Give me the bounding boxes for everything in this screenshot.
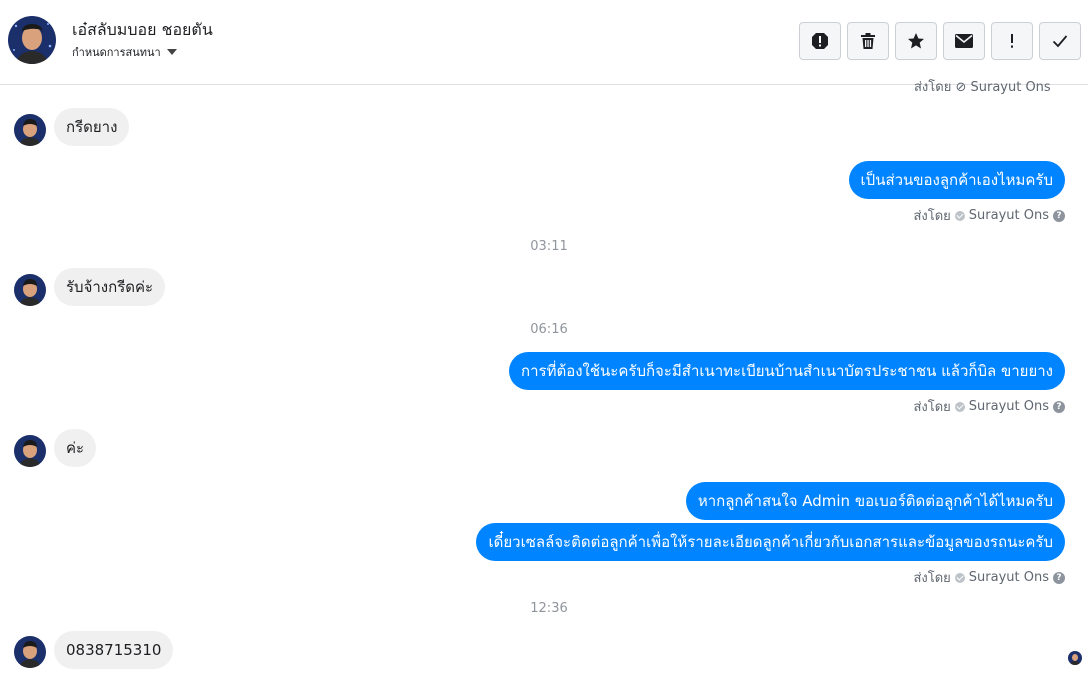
- sent-by-line: ส่งโดย Surayut Ons ?: [913, 396, 1065, 417]
- verified-icon: [954, 401, 965, 412]
- sent-by-line: ส่งโดย Surayut Ons ?: [913, 205, 1065, 226]
- outgoing-message[interactable]: เดี๋ยวเซลล์จะติดต่อลูกค้าเพื่อให้รายละเอ…: [476, 523, 1065, 561]
- help-icon[interactable]: ?: [1053, 400, 1065, 413]
- verified-icon: [954, 572, 965, 583]
- outgoing-message[interactable]: เป็นส่วนของลูกค้าเองไหมครับ: [848, 161, 1065, 199]
- help-icon[interactable]: ?: [1053, 209, 1065, 222]
- sent-by-label: ส่งโดย: [913, 571, 951, 586]
- incoming-message[interactable]: กรีดยาง: [54, 108, 130, 146]
- sender-avatar[interactable]: [14, 636, 46, 668]
- incoming-message[interactable]: ค่ะ: [54, 429, 97, 467]
- sent-by-label: ส่งโดย: [913, 209, 951, 224]
- sender-avatar[interactable]: [14, 274, 46, 306]
- sender-avatar[interactable]: [14, 114, 46, 146]
- incoming-message[interactable]: 0838715310: [54, 631, 174, 669]
- sent-by-line: ส่งโดย Surayut Ons ?: [913, 567, 1065, 588]
- incoming-message[interactable]: รับจ้างกรีดค่ะ: [54, 268, 166, 306]
- seen-avatar: [1068, 651, 1082, 665]
- timestamp: 03:11: [530, 239, 568, 254]
- outgoing-message[interactable]: หากลูกค้าสนใจ Admin ขอเบอร์ติดต่อลูกค้าไ…: [685, 482, 1065, 520]
- outgoing-message[interactable]: การที่ต้องใช้นะครับก็จะมีสำเนาทะเบียนบ้า…: [509, 352, 1065, 390]
- sent-by-name[interactable]: Surayut Ons: [969, 399, 1049, 414]
- sent-by-name[interactable]: Surayut Ons: [969, 570, 1049, 585]
- sender-avatar[interactable]: [14, 435, 46, 467]
- timestamp: 12:36: [530, 601, 568, 616]
- timestamp: 06:16: [530, 322, 568, 337]
- sent-by-label: ส่งโดย: [913, 400, 951, 415]
- help-icon[interactable]: ?: [1053, 571, 1065, 584]
- verified-icon: [954, 210, 965, 221]
- sent-by-name[interactable]: Surayut Ons: [969, 208, 1049, 223]
